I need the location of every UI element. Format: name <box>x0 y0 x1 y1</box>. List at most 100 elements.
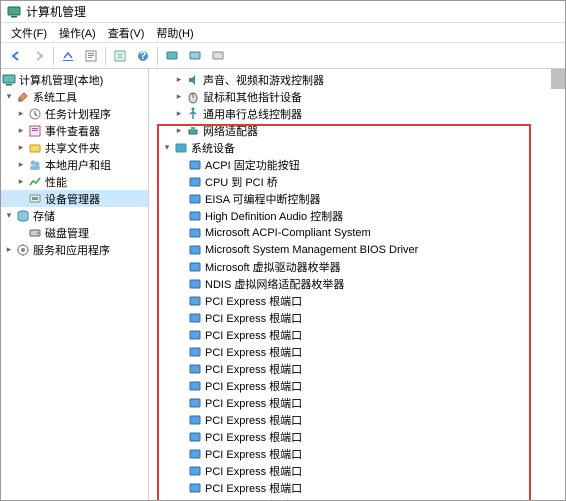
tree-local-users[interactable]: ▸ 本地用户和组 <box>1 156 148 173</box>
device-label: PCI Express 根端口 <box>205 293 302 309</box>
services-icon <box>16 243 30 257</box>
tools-icon <box>16 90 30 104</box>
tree-label: 系统设备 <box>191 140 235 156</box>
help-button[interactable]: ? <box>132 45 154 67</box>
separator <box>157 47 158 65</box>
window-title: 计算机管理 <box>26 3 86 20</box>
share-icon <box>28 141 42 155</box>
tree-label: 系统工具 <box>33 89 77 105</box>
expand-icon[interactable]: ▸ <box>3 244 15 256</box>
tree-disk-mgmt[interactable]: ▸ 磁盘管理 <box>1 224 148 241</box>
main-content: 计算机管理(本地) ▾ 系统工具 ▸ 任务计划程序 ▸ 事件查看器 ▸ 共享文件… <box>1 69 565 500</box>
menu-view[interactable]: 查看(V) <box>102 23 151 43</box>
tree-event-viewer[interactable]: ▸ 事件查看器 <box>1 122 148 139</box>
expand-icon[interactable]: ▸ <box>15 108 27 120</box>
device-item[interactable]: Microsoft System Management BIOS Driver <box>149 241 565 258</box>
clock-icon <box>28 107 42 121</box>
performance-icon <box>28 175 42 189</box>
device-item[interactable]: PCI Express 根端口 <box>149 377 565 394</box>
tree-label: 事件查看器 <box>45 123 100 139</box>
forward-button[interactable] <box>28 45 50 67</box>
device-icon <box>188 243 202 257</box>
device-icon <box>188 260 202 274</box>
view-resources-button[interactable] <box>184 45 206 67</box>
device-label: PCI Express 根端口 <box>205 310 302 326</box>
properties-button[interactable] <box>80 45 102 67</box>
tree-storage[interactable]: ▾ 存储 <box>1 207 148 224</box>
tree-label: 存储 <box>33 208 55 224</box>
up-button[interactable] <box>57 45 79 67</box>
expand-icon[interactable]: ▸ <box>173 125 185 137</box>
device-tree[interactable]: ▸ 声音、视频和游戏控制器 ▸ 鼠标和其他指针设备 ▸ 通用串行总线控制器 ▸ … <box>149 69 565 500</box>
device-item[interactable]: Microsoft ACPI-Compliant System <box>149 224 565 241</box>
expand-icon[interactable]: ▸ <box>173 74 185 86</box>
category-mouse[interactable]: ▸ 鼠标和其他指针设备 <box>149 88 565 105</box>
device-icon <box>188 464 202 478</box>
device-item[interactable]: Microsoft 虚拟驱动器枚举器 <box>149 258 565 275</box>
mouse-icon <box>186 90 200 104</box>
device-item[interactable]: PCI Express 根端口 <box>149 428 565 445</box>
device-item[interactable]: ACPI 固定功能按钮 <box>149 156 565 173</box>
device-icon <box>188 209 202 223</box>
category-usb[interactable]: ▸ 通用串行总线控制器 <box>149 105 565 122</box>
collapse-icon[interactable]: ▾ <box>3 210 15 222</box>
device-item[interactable]: PCI Express 根端口 <box>149 445 565 462</box>
refresh-button[interactable] <box>109 45 131 67</box>
device-item[interactable]: PCI Express 根端口 <box>149 309 565 326</box>
device-item[interactable]: PCI Express 根端口 <box>149 462 565 479</box>
disk-icon <box>28 226 42 240</box>
device-item[interactable]: High Definition Audio 控制器 <box>149 207 565 224</box>
device-item[interactable]: EISA 可编程中断控制器 <box>149 190 565 207</box>
device-item[interactable]: PCI Express 根端口 <box>149 479 565 496</box>
category-network[interactable]: ▸ 网络适配器 <box>149 122 565 139</box>
device-icon <box>188 345 202 359</box>
device-icon <box>188 396 202 410</box>
menu-file[interactable]: 文件(F) <box>5 23 53 43</box>
device-item[interactable]: PCI Express 根端口 <box>149 292 565 309</box>
tree-shared-folders[interactable]: ▸ 共享文件夹 <box>1 139 148 156</box>
expand-icon[interactable]: ▸ <box>15 159 27 171</box>
view-devices-button[interactable] <box>161 45 183 67</box>
device-icon <box>188 362 202 376</box>
device-item[interactable]: PCI Express 根端口 <box>149 326 565 343</box>
tree-root[interactable]: 计算机管理(本地) <box>1 71 148 88</box>
device-icon <box>188 158 202 172</box>
device-item[interactable]: PCI Express 根端口 <box>149 394 565 411</box>
menu-help[interactable]: 帮助(H) <box>150 23 199 43</box>
tree-system-tools[interactable]: ▾ 系统工具 <box>1 88 148 105</box>
device-item[interactable]: PCI Express 根端口 <box>149 496 565 500</box>
expand-icon[interactable]: ▸ <box>173 108 185 120</box>
device-item[interactable]: CPU 到 PCI 桥 <box>149 173 565 190</box>
device-item[interactable]: PCI Express 根端口 <box>149 343 565 360</box>
scrollbar-thumb[interactable] <box>551 69 565 89</box>
device-icon <box>188 192 202 206</box>
tree-performance[interactable]: ▸ 性能 <box>1 173 148 190</box>
expand-icon[interactable]: ▸ <box>15 125 27 137</box>
category-system-devices[interactable]: ▾ 系统设备 <box>149 139 565 156</box>
back-button[interactable] <box>5 45 27 67</box>
show-hidden-button[interactable] <box>207 45 229 67</box>
tree-services[interactable]: ▸ 服务和应用程序 <box>1 241 148 258</box>
menu-action[interactable]: 操作(A) <box>53 23 102 43</box>
expand-icon[interactable]: ▸ <box>15 176 27 188</box>
expand-icon[interactable]: ▸ <box>173 91 185 103</box>
device-label: PCI Express 根端口 <box>205 480 302 496</box>
collapse-icon[interactable]: ▾ <box>161 142 173 154</box>
collapse-icon[interactable]: ▾ <box>3 91 15 103</box>
tree-label: 任务计划程序 <box>45 106 111 122</box>
category-audio[interactable]: ▸ 声音、视频和游戏控制器 <box>149 71 565 88</box>
computer-icon <box>2 73 16 87</box>
device-item[interactable]: PCI Express 根端口 <box>149 360 565 377</box>
tree-task-scheduler[interactable]: ▸ 任务计划程序 <box>1 105 148 122</box>
device-item[interactable]: NDIS 虚拟网络适配器枚举器 <box>149 275 565 292</box>
separator <box>105 47 106 65</box>
device-icon <box>188 328 202 342</box>
device-label: PCI Express 根端口 <box>205 497 302 501</box>
expand-icon[interactable]: ▸ <box>15 142 27 154</box>
tree-label: 声音、视频和游戏控制器 <box>203 72 324 88</box>
device-item[interactable]: PCI Express 根端口 <box>149 411 565 428</box>
device-icon <box>188 294 202 308</box>
tree-device-manager[interactable]: ▸ 设备管理器 <box>1 190 148 207</box>
menu-bar: 文件(F) 操作(A) 查看(V) 帮助(H) <box>1 23 565 43</box>
navigation-tree[interactable]: 计算机管理(本地) ▾ 系统工具 ▸ 任务计划程序 ▸ 事件查看器 ▸ 共享文件… <box>1 69 149 500</box>
